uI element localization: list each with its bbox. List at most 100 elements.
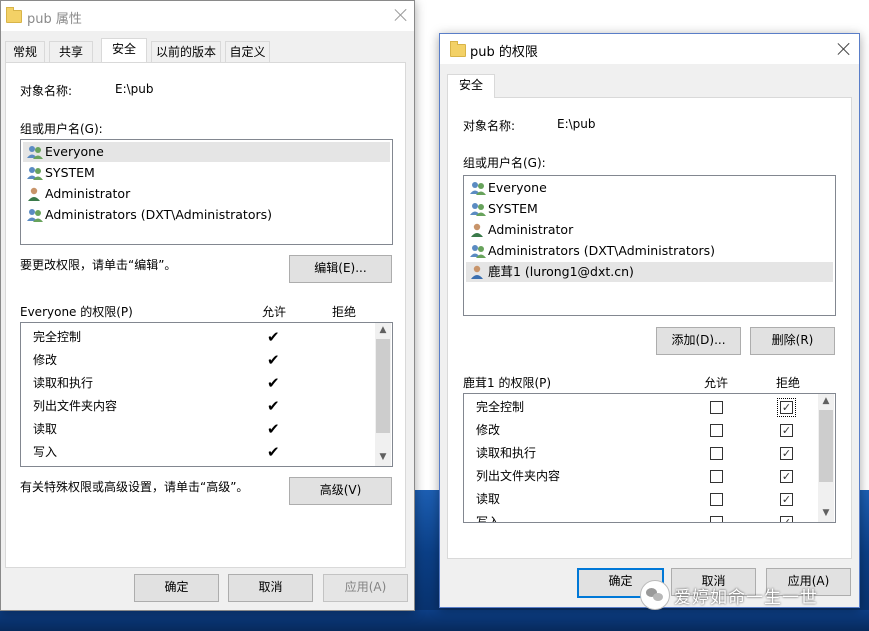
allow-checkbox[interactable]: [710, 493, 723, 506]
user-name: SYSTEM: [488, 201, 538, 216]
scrollbar[interactable]: ▲ ▼: [375, 323, 391, 466]
apply-button[interactable]: 应用(A): [323, 574, 408, 602]
title-bar: pub 的权限: [440, 34, 859, 64]
permission-name: 写入: [33, 445, 58, 459]
deny-checkbox[interactable]: ✓: [780, 447, 793, 460]
ok-button[interactable]: 确定: [134, 574, 219, 602]
remove-button[interactable]: 删除(R): [750, 327, 835, 355]
tab-security[interactable]: 安全: [447, 74, 495, 98]
allow-checkbox[interactable]: [710, 401, 723, 414]
checkmark-icon: ✔: [267, 420, 280, 438]
scroll-thumb[interactable]: [819, 410, 833, 482]
scroll-thumb[interactable]: [376, 339, 390, 433]
edit-button[interactable]: 编辑(E)...: [289, 255, 392, 283]
permission-row: 写入: [476, 511, 501, 523]
permission-name: 完全控制: [33, 330, 82, 344]
user-name: Everyone: [45, 144, 104, 159]
tab-security[interactable]: 安全: [101, 38, 147, 62]
tab-customize[interactable]: 自定义: [225, 41, 270, 62]
user-name: Administrators (DXT\Administrators): [45, 207, 272, 222]
allow-header: 允许: [704, 376, 729, 390]
group-icon: [470, 203, 486, 216]
list-item-lurong1[interactable]: 鹿茸1 (lurong1@dxt.cn): [466, 262, 833, 282]
allow-header: 允许: [262, 305, 287, 319]
permissions-label: 鹿茸1 的权限(P): [463, 376, 552, 390]
user-name: SYSTEM: [45, 165, 95, 180]
user-list[interactable]: Everyone SYSTEM Administrator Administra…: [463, 175, 836, 316]
deny-checkbox[interactable]: ✓: [780, 516, 793, 522]
scroll-down-icon[interactable]: ▼: [821, 508, 831, 518]
close-icon[interactable]: [394, 8, 408, 22]
allow-checkbox[interactable]: [710, 470, 723, 483]
permissions-list[interactable]: 完全控制 修改 读取和执行 列出文件夹内容 读取 写入 ✔ ✔ ✔ ✔ ✔ ✔ …: [20, 322, 393, 467]
security-panel: 对象名称: E:\pub 组或用户名(G): Everyone SYSTEM A…: [5, 62, 406, 568]
advanced-hint: 有关特殊权限或高级设置，请单击“高级”。: [20, 480, 249, 494]
list-item-system[interactable]: SYSTEM: [466, 199, 833, 219]
watermark-text: 爱婷如命一生一世: [674, 588, 818, 608]
permission-row: 修改: [476, 419, 500, 441]
object-name-label: 对象名称:: [463, 119, 516, 133]
list-item-administrators[interactable]: Administrators (DXT\Administrators): [23, 205, 390, 225]
tab-sharing[interactable]: 共享: [49, 41, 93, 62]
scroll-up-icon[interactable]: ▲: [378, 325, 388, 335]
checkmark-icon: ✔: [267, 351, 280, 369]
folder-icon: [6, 7, 22, 23]
list-item-everyone[interactable]: Everyone: [23, 142, 390, 162]
checkmark-icon: ✔: [267, 328, 280, 346]
tab-previous-versions[interactable]: 以前的版本: [151, 41, 221, 62]
user-icon: [28, 187, 40, 201]
scroll-down-icon[interactable]: ▼: [378, 452, 388, 462]
window-title: pub 属性: [27, 12, 82, 27]
allow-checkbox[interactable]: [710, 424, 723, 437]
deny-checkbox[interactable]: ✓: [780, 470, 793, 483]
close-icon[interactable]: [837, 42, 851, 56]
wechat-icon: [640, 580, 670, 610]
deny-header: 拒绝: [776, 376, 801, 390]
add-button[interactable]: 添加(D)...: [656, 327, 741, 355]
security-panel: 对象名称: E:\pub 组或用户名(G): Everyone SYSTEM A…: [447, 97, 852, 559]
permission-row: 读取: [33, 418, 57, 440]
permissions-list[interactable]: 完全控制 修改 读取和执行 列出文件夹内容 读取 写入 ✓ ✓ ✓ ✓ ✓ ✓ …: [463, 393, 836, 523]
user-icon: [471, 265, 483, 279]
title-bar: pub 属性: [1, 1, 414, 31]
group-icon: [470, 245, 486, 258]
permission-row: 列出文件夹内容: [33, 395, 117, 417]
object-name-label: 对象名称:: [20, 84, 73, 98]
list-item-administrator[interactable]: Administrator: [23, 184, 390, 204]
advanced-button[interactable]: 高级(V): [289, 477, 392, 505]
permission-name: 列出文件夹内容: [476, 469, 561, 483]
deny-checkbox[interactable]: ✓: [777, 398, 796, 417]
permission-row: 列出文件夹内容: [476, 465, 560, 487]
permission-row: 写入: [33, 441, 57, 463]
list-item-system[interactable]: SYSTEM: [23, 163, 390, 183]
object-name-value: E:\pub: [557, 117, 596, 131]
list-item-everyone[interactable]: Everyone: [466, 178, 833, 198]
permission-name: 写入: [476, 515, 501, 523]
properties-dialog: pub 属性 常规 共享 安全 以前的版本 自定义 对象名称: E:\pub 组…: [0, 0, 415, 611]
permission-name: 修改: [33, 353, 58, 367]
tab-general[interactable]: 常规: [5, 41, 45, 62]
scrollbar[interactable]: ▲ ▼: [818, 394, 834, 522]
permission-name: 列出文件夹内容: [33, 399, 118, 413]
checkmark-icon: ✔: [267, 397, 280, 415]
edit-hint: 要更改权限，请单击“编辑”。: [20, 258, 177, 272]
user-list[interactable]: Everyone SYSTEM Administrator Administra…: [20, 139, 393, 245]
permission-name: 完全控制: [476, 400, 525, 414]
allow-checkbox[interactable]: [710, 447, 723, 460]
deny-checkbox[interactable]: ✓: [780, 493, 793, 506]
cancel-button[interactable]: 取消: [228, 574, 313, 602]
permissions-dialog: pub 的权限 安全 对象名称: E:\pub 组或用户名(G): Everyo…: [439, 33, 860, 608]
scroll-up-icon[interactable]: ▲: [821, 396, 831, 406]
desktop-wallpaper-bottom: [0, 610, 869, 631]
deny-checkbox[interactable]: ✓: [780, 424, 793, 437]
checkmark-icon: ✔: [267, 374, 280, 392]
groups-label: 组或用户名(G):: [20, 122, 103, 136]
list-item-administrator[interactable]: Administrator: [466, 220, 833, 240]
allow-checkbox[interactable]: [710, 516, 723, 522]
permission-row: 读取和执行: [476, 442, 536, 464]
user-name: Everyone: [488, 180, 547, 195]
permission-row: 读取: [476, 488, 500, 510]
user-name: 鹿茸1 (lurong1@dxt.cn): [488, 264, 634, 279]
list-item-administrators[interactable]: Administrators (DXT\Administrators): [466, 241, 833, 261]
folder-icon: [450, 41, 466, 57]
